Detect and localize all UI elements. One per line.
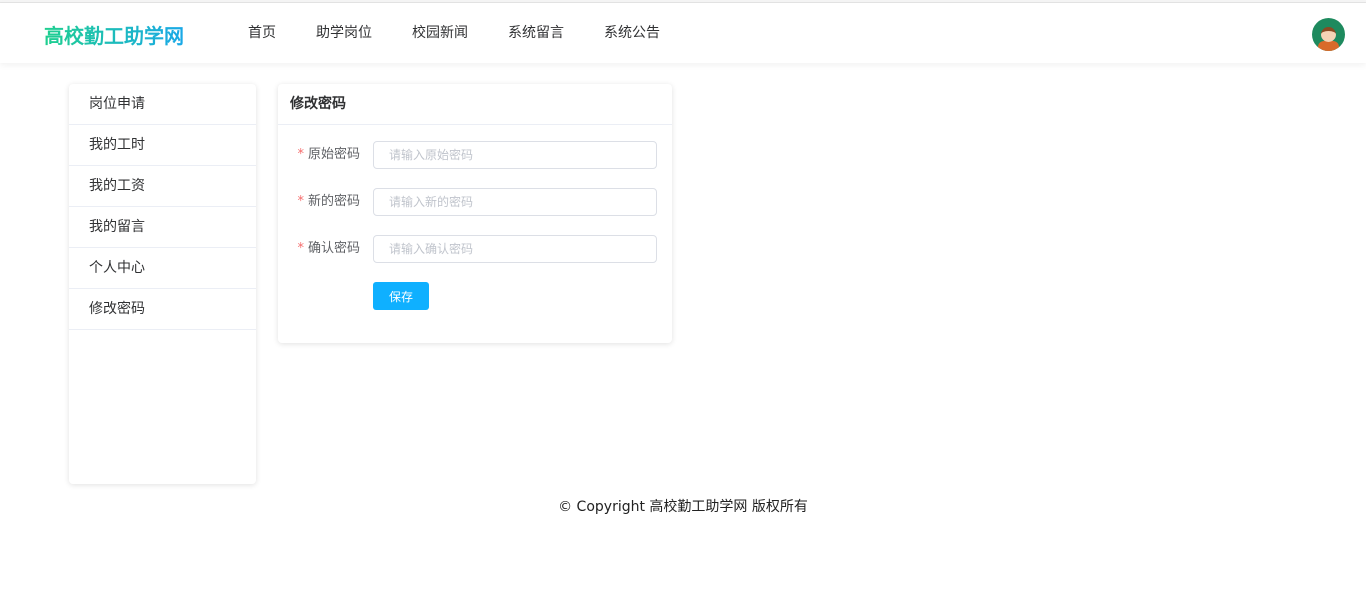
sidebar-item-change-password[interactable]: 修改密码 — [69, 289, 256, 330]
nav-home[interactable]: 首页 — [228, 3, 296, 63]
old-password-label: 原始密码 — [307, 147, 360, 162]
footer-copyright: © Copyright 高校勤工助学网 版权所有 — [558, 499, 808, 515]
nav-messages[interactable]: 系统留言 — [488, 3, 584, 63]
sidebar-item-profile[interactable]: 个人中心 — [69, 248, 256, 289]
change-password-card: 修改密码 * 原始密码 * 新的密码 * 确认密码 保存 — [278, 84, 672, 343]
old-password-row: * 原始密码 — [278, 141, 672, 169]
sidebar-item-my-salary[interactable]: 我的工资 — [69, 166, 256, 207]
sidebar-item-my-messages[interactable]: 我的留言 — [69, 207, 256, 248]
nav-announcements[interactable]: 系统公告 — [584, 3, 680, 63]
main-nav: 首页 助学岗位 校园新闻 系统留言 系统公告 — [228, 3, 680, 63]
nav-jobs[interactable]: 助学岗位 — [296, 3, 392, 63]
required-mark: * — [297, 241, 304, 256]
old-password-input[interactable] — [373, 141, 657, 169]
confirm-password-input[interactable] — [373, 235, 657, 263]
new-password-row: * 新的密码 — [278, 188, 672, 216]
new-password-label: 新的密码 — [307, 194, 360, 209]
sidebar-item-my-hours[interactable]: 我的工时 — [69, 125, 256, 166]
sidebar: 岗位申请 我的工时 我的工资 我的留言 个人中心 修改密码 — [69, 84, 256, 484]
required-mark: * — [297, 194, 304, 209]
user-avatar[interactable] — [1312, 18, 1345, 51]
nav-news[interactable]: 校园新闻 — [392, 3, 488, 63]
save-button[interactable]: 保存 — [373, 282, 429, 310]
new-password-input[interactable] — [373, 188, 657, 216]
confirm-password-row: * 确认密码 — [278, 235, 672, 263]
sidebar-item-job-application[interactable]: 岗位申请 — [69, 84, 256, 125]
header: 高校勤工助学网 首页 助学岗位 校园新闻 系统留言 系统公告 — [0, 3, 1366, 63]
confirm-password-label: 确认密码 — [307, 241, 360, 256]
site-logo[interactable]: 高校勤工助学网 — [44, 20, 184, 49]
card-title: 修改密码 — [278, 84, 672, 125]
required-mark: * — [297, 147, 304, 162]
